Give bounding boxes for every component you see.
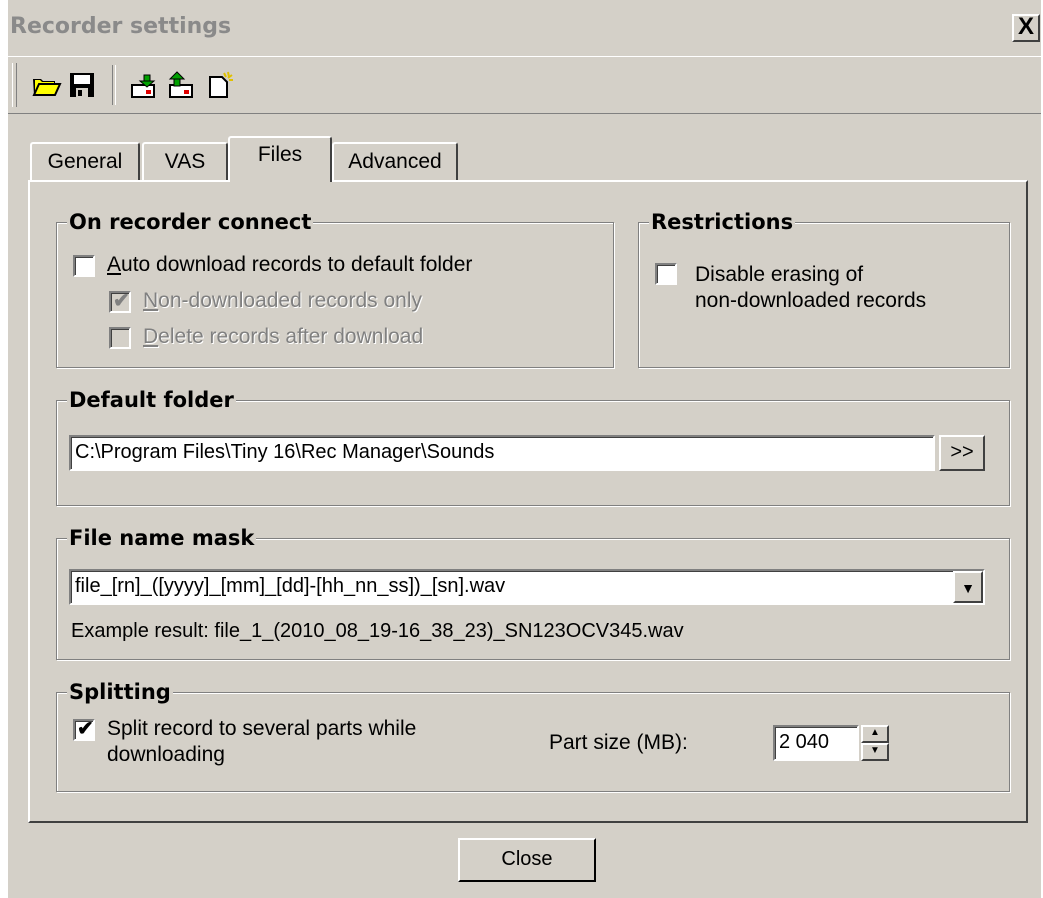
checkmark-icon: ✔ [77,718,94,740]
files-tab-panel: On recorder connect Auto download record… [28,180,1028,823]
delete-after-download-label: Delete records after download [143,325,423,349]
disable-erasing-label-line1[interactable]: Disable erasing of [695,263,863,287]
split-record-checkbox[interactable]: ✔ [73,718,95,741]
toolbar-separator [112,65,116,105]
download-from-recorder-icon[interactable] [128,69,160,101]
auto-download-mnemonic: A [107,253,122,276]
default-folder-title: Default folder [67,388,236,412]
disable-erasing-label-line2[interactable]: non-downloaded records [695,289,926,313]
on-recorder-connect-group: On recorder connect Auto download record… [56,210,614,368]
splitting-title: Splitting [67,680,173,704]
save-disk-icon[interactable] [66,69,98,101]
default-folder-path-input[interactable]: C:\Program Files\Tiny 16\Rec Manager\Sou… [69,435,935,471]
file-name-mask-value: file_[rn]_([yyyy]_[mm]_[dd]-[hh_nn_ss])_… [75,575,506,597]
tab-files[interactable]: Files [228,136,332,182]
recorder-settings-window: Recorder settings X General VAS Files Ad… [8,0,1041,898]
tab-advanced[interactable]: Advanced [332,142,458,180]
title-bar[interactable]: Recorder settings X [8,0,1041,54]
part-size-label: Part size (MB): [549,731,688,754]
auto-download-checkbox[interactable] [73,255,95,277]
auto-download-label[interactable]: Auto download records to default folder [107,253,472,277]
window-title: Recorder settings [10,14,232,39]
split-record-label-line2[interactable]: downloading [107,743,225,767]
checkmark-icon: ✔ [113,290,130,312]
upload-to-recorder-icon[interactable] [166,69,198,101]
part-size-input[interactable]: 2 040 [773,725,859,761]
restrictions-group: Restrictions Disable erasing of non-down… [638,210,1010,368]
toolbar-grip[interactable] [12,63,17,107]
non-downloaded-only-label: Non-downloaded records only [143,289,422,313]
file-name-mask-group: File name mask file_[rn]_([yyyy]_[mm]_[d… [56,526,1010,660]
non-downloaded-only-checkbox: ✔ [109,290,131,313]
on-recorder-connect-title: On recorder connect [67,210,314,234]
close-button[interactable]: Close [458,838,596,882]
tab-vas[interactable]: VAS [142,142,228,180]
restrictions-title: Restrictions [649,210,796,234]
file-name-mask-title: File name mask [67,526,257,550]
close-window-button[interactable]: X [1012,14,1040,42]
non-downloaded-text: on-downloaded records only [158,289,423,312]
tab-general[interactable]: General [30,142,140,180]
new-document-icon[interactable] [204,69,236,101]
example-result-text: Example result: file_1_(2010_08_19-16_38… [71,620,684,642]
browse-folder-button[interactable]: >> [939,435,985,471]
toolbar [8,56,1041,114]
spin-down-icon[interactable]: ▼ [861,743,889,761]
splitting-group: Splitting ✔ Split record to several part… [56,680,1010,792]
disable-erasing-checkbox[interactable] [655,263,677,285]
delete-text: elete records after download [158,325,424,348]
spin-up-icon[interactable]: ▲ [861,725,889,743]
delete-after-download-checkbox [109,327,131,349]
split-record-label-line1[interactable]: Split record to several parts while [107,717,416,741]
auto-download-text: uto download records to default folder [121,253,473,276]
open-folder-icon[interactable] [30,69,62,101]
default-folder-group: Default folder C:\Program Files\Tiny 16\… [56,388,1010,506]
file-name-mask-select[interactable]: file_[rn]_([yyyy]_[mm]_[dd]-[hh_nn_ss])_… [69,569,985,605]
delete-mnemonic: D [143,325,159,348]
chevron-down-icon[interactable]: ▼ [953,571,983,603]
non-downloaded-mnemonic: N [143,289,159,312]
